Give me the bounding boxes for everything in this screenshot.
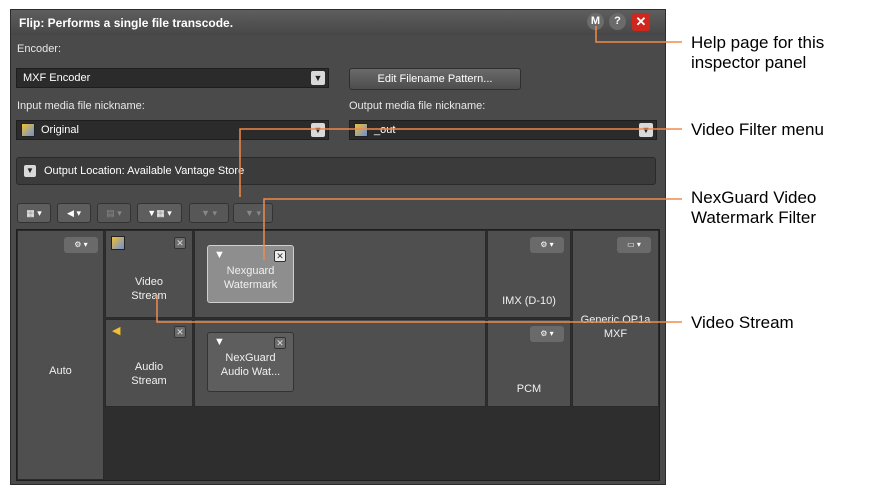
help-callout-line (595, 26, 682, 43)
help-page-annotation: Help page for this inspector panel (691, 33, 825, 72)
video-stream-annotation: Video Stream (691, 313, 794, 332)
nexguard-callout-line (263, 198, 682, 260)
video-filter-menu-callout-line (239, 128, 682, 197)
video-stream-callout-line (156, 295, 682, 323)
annotation-lines (156, 26, 682, 323)
nexguard-filter-annotation: NexGuard Video Watermark Filter (691, 188, 817, 227)
video-filter-menu-annotation: Video Filter menu (691, 120, 824, 139)
